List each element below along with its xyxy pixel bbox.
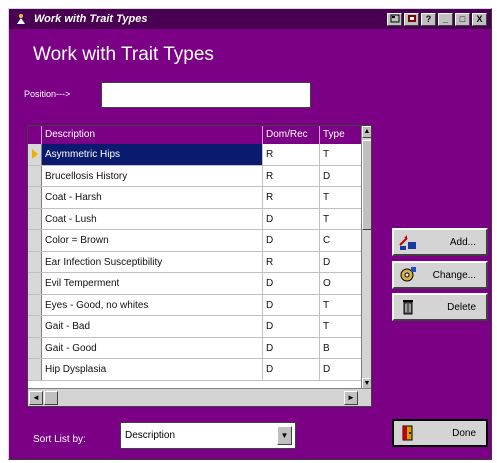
page-title: Work with Trait Types [33, 44, 214, 65]
help-button[interactable]: ? [421, 12, 436, 26]
cell-dom-rec[interactable]: R [263, 187, 320, 208]
column-header-dom-rec[interactable]: Dom/Rec [263, 126, 320, 144]
table-row[interactable]: Brucellosis History R D [28, 165, 363, 187]
row-indicator [28, 359, 42, 380]
cell-description[interactable]: Coat - Lush [42, 208, 263, 229]
cell-dom-rec[interactable]: D [263, 337, 320, 358]
row-indicator [28, 251, 42, 272]
grid-header: Description Dom/Rec Type [28, 126, 363, 144]
sort-list-select[interactable]: Description ▼ [120, 422, 296, 449]
table-row[interactable]: Asymmetric Hips R T [28, 144, 363, 166]
trait-types-grid[interactable]: Description Dom/Rec Type Asymmetric Hips… [27, 125, 372, 407]
column-header-type[interactable]: Type [320, 126, 363, 144]
column-header-description[interactable]: Description [42, 126, 263, 144]
row-indicator [28, 165, 42, 186]
cell-description[interactable]: Asymmetric Hips [42, 144, 263, 165]
cell-description[interactable]: Eyes - Good, no whites [42, 294, 263, 315]
cell-dom-rec[interactable]: D [263, 316, 320, 337]
cell-type[interactable]: O [320, 273, 363, 294]
row-indicator [28, 316, 42, 337]
current-row-arrow-icon [31, 149, 38, 160]
horizontal-scroll-thumb[interactable] [44, 391, 58, 405]
cell-dom-rec[interactable]: D [263, 294, 320, 315]
change-button-label: Change... [432, 269, 476, 281]
sort-list-label: Sort List by: [33, 434, 86, 445]
cell-type[interactable]: T [320, 316, 363, 337]
cell-type[interactable]: T [320, 294, 363, 315]
trash-icon [397, 297, 419, 317]
row-indicator [28, 208, 42, 229]
cell-dom-rec[interactable]: R [263, 165, 320, 186]
scroll-left-button[interactable]: ◄ [29, 391, 43, 405]
table-row[interactable]: Coat - Lush D T [28, 208, 363, 230]
cell-dom-rec[interactable]: D [263, 208, 320, 229]
cell-description[interactable]: Ear Infection Susceptibility [42, 251, 263, 272]
cell-dom-rec[interactable]: D [263, 273, 320, 294]
window-title: Work with Trait Types [34, 13, 148, 25]
row-indicator [28, 294, 42, 315]
cell-description[interactable]: Color = Brown [42, 230, 263, 251]
sort-list-value: Description [125, 430, 176, 441]
change-icon [397, 265, 419, 285]
scroll-up-button[interactable]: ▲ [362, 126, 371, 138]
table-row[interactable]: Evil Temperment D O [28, 273, 363, 295]
cell-dom-rec[interactable]: D [263, 359, 320, 380]
cell-description[interactable]: Coat - Harsh [42, 187, 263, 208]
cell-dom-rec[interactable]: R [263, 251, 320, 272]
cell-type[interactable]: T [320, 208, 363, 229]
exit-door-icon [397, 423, 419, 443]
app-icon[interactable] [14, 12, 28, 26]
cell-type[interactable]: T [320, 144, 363, 165]
maximize-button[interactable]: □ [455, 12, 470, 26]
position-label: Position---> [24, 89, 71, 99]
row-indicator-header [28, 126, 42, 144]
toolbar-icon-1[interactable] [387, 12, 402, 26]
cell-description[interactable]: Brucellosis History [42, 165, 263, 186]
vertical-scroll-thumb[interactable] [362, 140, 371, 230]
chevron-down-icon[interactable]: ▼ [277, 426, 292, 445]
table-row[interactable]: Gait - Good D B [28, 337, 363, 359]
trait-types-window: Work with Trait Types ? _ □ X Work with … [8, 8, 492, 460]
row-indicator [28, 273, 42, 294]
title-bar[interactable]: Work with Trait Types ? _ □ X [9, 9, 491, 29]
vertical-scrollbar[interactable]: ▲ ▼ [361, 126, 371, 390]
cell-type[interactable]: T [320, 187, 363, 208]
add-button[interactable]: Add... [392, 228, 488, 256]
add-button-label: Add... [449, 236, 476, 248]
change-button[interactable]: Change... [392, 261, 488, 289]
delete-button[interactable]: Delete [392, 293, 488, 321]
toolbar-icon-2[interactable] [404, 12, 419, 26]
cell-type[interactable]: B [320, 337, 363, 358]
cell-dom-rec[interactable]: D [263, 230, 320, 251]
cell-description[interactable]: Gait - Bad [42, 316, 263, 337]
cell-type[interactable]: C [320, 230, 363, 251]
close-button[interactable]: X [472, 12, 487, 26]
cell-dom-rec[interactable]: R [263, 144, 320, 165]
cell-description[interactable]: Gait - Good [42, 337, 263, 358]
done-button-label: Done [452, 427, 476, 439]
table-row[interactable]: Color = Brown D C [28, 230, 363, 252]
cell-type[interactable]: D [320, 165, 363, 186]
table-row[interactable]: Gait - Bad D T [28, 316, 363, 338]
cell-description[interactable]: Evil Temperment [42, 273, 263, 294]
cell-type[interactable]: D [320, 251, 363, 272]
add-icon [397, 232, 419, 252]
minimize-button[interactable]: _ [438, 12, 453, 26]
table-row[interactable]: Hip Dysplasia D D [28, 359, 363, 381]
cell-type[interactable]: D [320, 359, 363, 380]
horizontal-scrollbar[interactable]: ◄ ► [28, 388, 371, 406]
cell-description[interactable]: Hip Dysplasia [42, 359, 263, 380]
row-indicator [28, 337, 42, 358]
table-row[interactable]: Eyes - Good, no whites D T [28, 294, 363, 316]
table-row[interactable]: Ear Infection Susceptibility R D [28, 251, 363, 273]
delete-button-label: Delete [447, 301, 476, 313]
position-input[interactable] [101, 82, 311, 108]
done-button[interactable]: Done [392, 419, 488, 447]
row-indicator [28, 144, 42, 165]
scroll-right-button[interactable]: ► [344, 391, 358, 405]
row-indicator [28, 230, 42, 251]
table-row[interactable]: Coat - Harsh R T [28, 187, 363, 209]
grid-rows: Asymmetric Hips R T Brucellosis History R D Co… [28, 144, 363, 381]
row-indicator [28, 187, 42, 208]
